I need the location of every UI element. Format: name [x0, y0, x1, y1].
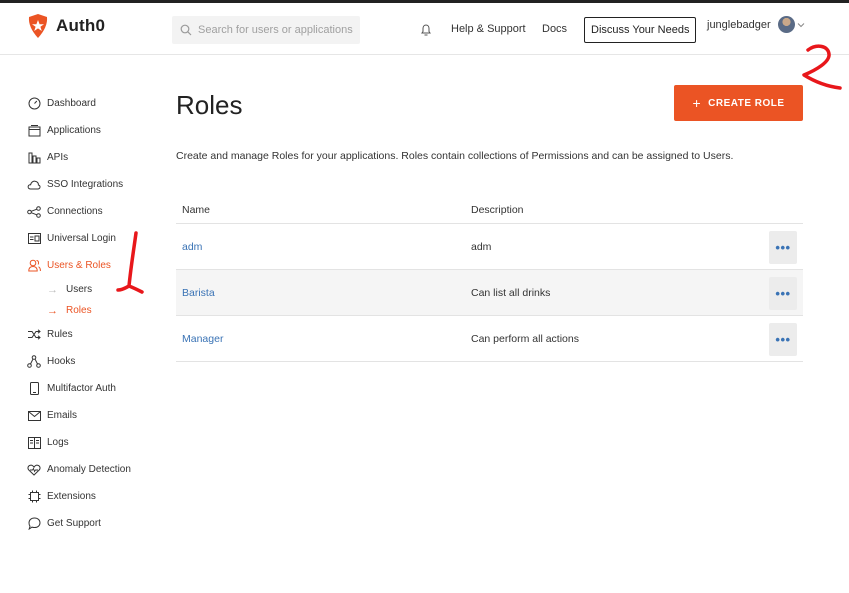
more-options-button[interactable]: •••: [769, 231, 797, 264]
sidebar-item-connections[interactable]: Connections: [27, 198, 167, 225]
column-header-name: Name: [182, 203, 211, 216]
sidebar-item-dashboard[interactable]: Dashboard: [27, 90, 167, 117]
hooks-icon: [27, 355, 41, 369]
logo[interactable]: Auth0: [27, 13, 105, 39]
sidebar: Dashboard Applications APIs SSO Integrat…: [27, 90, 167, 537]
role-description: Can list all drinks: [471, 286, 551, 299]
sidebar-item-label: Dashboard: [47, 98, 96, 109]
sidebar-item-sso-integrations[interactable]: SSO Integrations: [27, 171, 167, 198]
arrow-right-icon: →: [47, 304, 58, 317]
sidebar-subitem-roles[interactable]: → Roles: [27, 300, 167, 321]
role-name-link[interactable]: Manager: [176, 333, 471, 345]
sidebar-item-hooks[interactable]: Hooks: [27, 348, 167, 375]
logs-icon: [27, 436, 41, 450]
sidebar-item-label: Multifactor Auth: [47, 383, 116, 394]
phone-icon: [27, 382, 41, 396]
annotation-number-two: [802, 44, 842, 90]
chat-icon: [27, 517, 41, 531]
cloud-icon: [27, 178, 41, 192]
sidebar-item-apis[interactable]: APIs: [27, 144, 167, 171]
sidebar-item-label: Users & Roles: [47, 260, 111, 271]
heart-icon: [27, 463, 41, 477]
arrow-right-icon: →: [47, 283, 58, 296]
top-header: Auth0 Help & Support Docs Discuss Your N…: [0, 3, 849, 55]
universal-login-icon: [27, 232, 41, 246]
sidebar-item-anomaly-detection[interactable]: Anomaly Detection: [27, 456, 167, 483]
table-row[interactable]: Barista Can list all drinks •••: [176, 270, 803, 316]
brand-name: Auth0: [56, 16, 106, 35]
sidebar-item-label: SSO Integrations: [47, 179, 124, 190]
sidebar-item-label: Get Support: [47, 518, 101, 529]
column-header-description: Description: [471, 203, 524, 216]
more-options-button[interactable]: •••: [769, 277, 797, 310]
table-header: Name Description: [176, 196, 803, 224]
avatar: [777, 16, 795, 33]
email-icon: [27, 409, 41, 423]
dashboard-icon: [27, 97, 41, 111]
annotation-number-one: [116, 231, 144, 294]
chevron-down-icon: [797, 22, 804, 27]
sidebar-item-emails[interactable]: Emails: [27, 402, 167, 429]
docs-link[interactable]: Docs: [542, 23, 567, 35]
rules-icon: [27, 328, 41, 342]
extensions-icon: [27, 490, 41, 504]
sidebar-item-applications[interactable]: Applications: [27, 117, 167, 144]
sidebar-item-label: Extensions: [47, 491, 96, 502]
role-description: adm: [471, 240, 492, 253]
more-options-button[interactable]: •••: [769, 323, 797, 356]
sidebar-item-label: Emails: [47, 410, 78, 421]
user-menu[interactable]: junglebadger: [707, 16, 805, 33]
sidebar-subitem-label: Roles: [66, 305, 92, 316]
sidebar-item-label: Anomaly Detection: [47, 464, 131, 475]
sidebar-item-multifactor-auth[interactable]: Multifactor Auth: [27, 375, 167, 402]
users-icon: [27, 259, 41, 273]
search-box[interactable]: [172, 16, 360, 44]
sidebar-item-extensions[interactable]: Extensions: [27, 483, 167, 510]
sidebar-item-logs[interactable]: Logs: [27, 429, 167, 456]
page-description: Create and manage Roles for your applica…: [176, 150, 734, 162]
role-name-link[interactable]: adm: [176, 241, 471, 253]
connections-icon: [27, 205, 41, 219]
applications-icon: [27, 124, 41, 138]
discuss-needs-button[interactable]: Discuss Your Needs: [584, 17, 697, 43]
apis-icon: [27, 151, 41, 165]
table-row[interactable]: Manager Can perform all actions •••: [176, 316, 803, 362]
create-role-button[interactable]: + CREATE ROLE: [674, 85, 803, 121]
sidebar-item-label: Applications: [47, 125, 101, 136]
sidebar-item-label: Rules: [47, 329, 73, 340]
role-name-link[interactable]: Barista: [176, 287, 471, 299]
username: junglebadger: [707, 18, 771, 31]
role-description: Can perform all actions: [471, 332, 579, 345]
table-row[interactable]: adm adm •••: [176, 224, 803, 270]
auth0-logo-icon: [28, 14, 48, 38]
notification-bell-icon[interactable]: [421, 24, 431, 36]
sidebar-item-label: Hooks: [47, 356, 76, 367]
sidebar-item-rules[interactable]: Rules: [27, 321, 167, 348]
help-support-link[interactable]: Help & Support: [451, 23, 526, 35]
search-input[interactable]: [198, 24, 358, 36]
main-content: Roles + CREATE ROLE Create and manage Ro…: [176, 85, 803, 362]
sidebar-item-label: Connections: [47, 206, 103, 217]
search-icon: [180, 24, 192, 36]
sidebar-item-label: Logs: [47, 437, 69, 448]
roles-table: Name Description adm adm ••• Barista Can…: [176, 196, 803, 362]
sidebar-item-label: Universal Login: [47, 233, 116, 244]
plus-icon: +: [692, 95, 702, 111]
sidebar-subitem-label: Users: [66, 284, 93, 295]
create-role-label: CREATE ROLE: [708, 97, 785, 109]
sidebar-item-get-support[interactable]: Get Support: [27, 510, 167, 537]
sidebar-item-label: APIs: [47, 152, 69, 163]
